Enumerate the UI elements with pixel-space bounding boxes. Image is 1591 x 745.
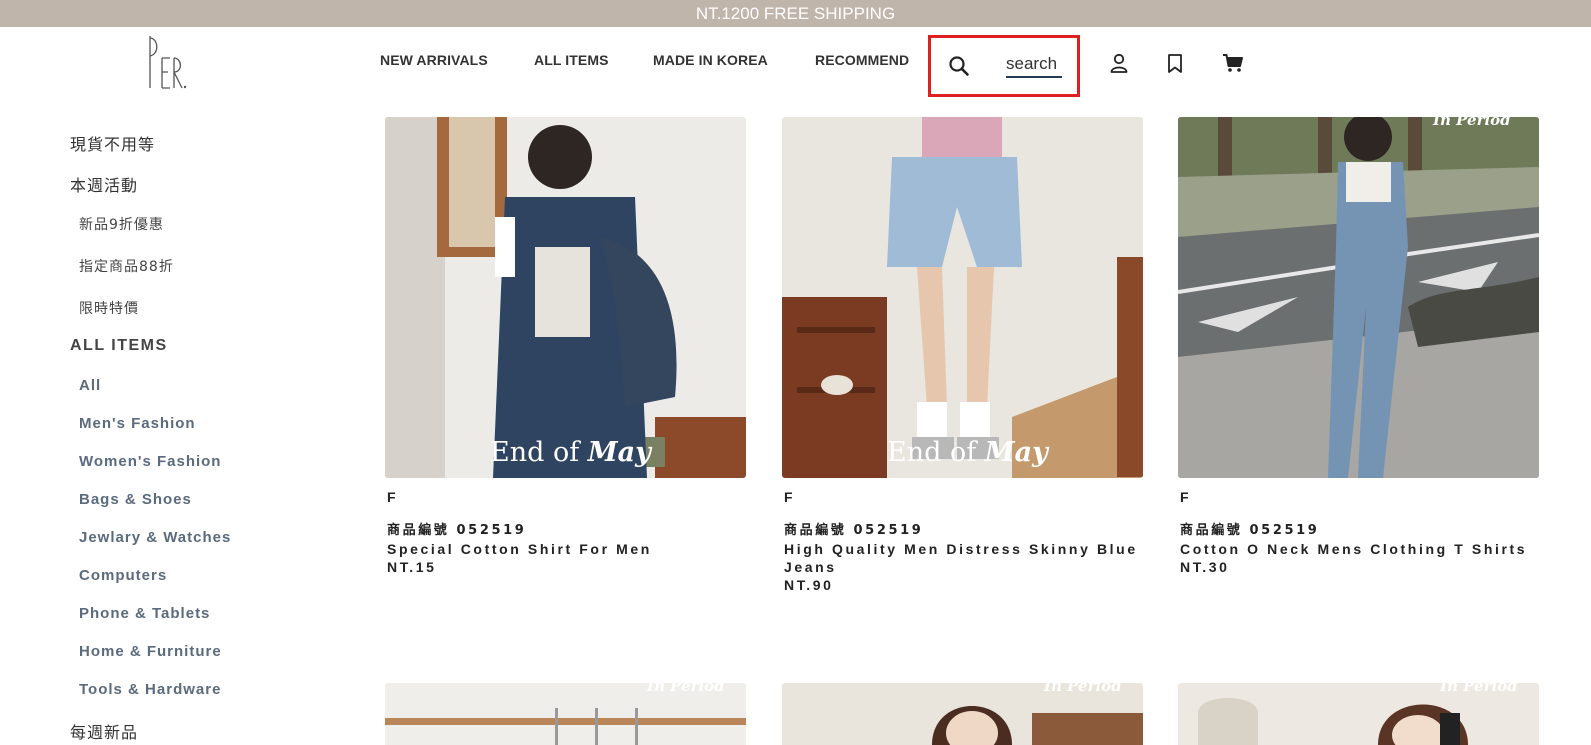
product-info: F 商品編號 052519 High Quality Men Distress … <box>784 488 1145 594</box>
sidebar-item-in-stock[interactable]: 現貨不用等 <box>70 131 155 155</box>
product-size: F <box>1180 489 1189 505</box>
sidebar-item-bags-shoes[interactable]: Bags & Shoes <box>79 491 192 508</box>
nav-new-arrivals[interactable]: NEW ARRIVALS <box>380 52 488 74</box>
product-image[interactable]: In Period <box>1178 683 1539 745</box>
sidebar-item-home-furniture[interactable]: Home & Furniture <box>79 643 222 660</box>
sidebar-item-tools-hardware[interactable]: Tools & Hardware <box>79 681 221 698</box>
product-image[interactable]: In Period <box>385 683 746 745</box>
search-icon[interactable] <box>948 55 970 77</box>
product-code: 商品編號 052519 <box>1180 523 1320 538</box>
product-name[interactable]: Cotton O Neck Mens Clothing T Shirts <box>1180 540 1541 558</box>
sidebar-item-womens-fashion[interactable]: Women's Fashion <box>79 453 221 470</box>
product-image[interactable]: In Period <box>1178 117 1539 478</box>
product-overlay-text: In Period <box>1043 683 1122 695</box>
product-code: 商品編號 052519 <box>387 523 527 538</box>
sidebar-item-computers[interactable]: Computers <box>79 567 167 584</box>
nav-all-items[interactable]: ALL ITEMS <box>534 52 609 74</box>
product-image[interactable]: End of May <box>385 117 746 478</box>
bookmark-icon[interactable] <box>1164 52 1186 74</box>
shipping-banner-text: NT.1200 FREE SHIPPING <box>695 4 896 23</box>
sidebar-item-weekly-events[interactable]: 本週活動 <box>70 172 138 196</box>
sidebar-item-jewelry-watches[interactable]: Jewlary & Watches <box>79 529 231 546</box>
sidebar-item-phone-tablets[interactable]: Phone & Tablets <box>79 605 210 622</box>
product-price: NT.30 <box>1180 559 1230 575</box>
search-input[interactable] <box>1006 52 1062 78</box>
sidebar-item-all-items[interactable]: ALL ITEMS <box>70 337 168 355</box>
cart-icon[interactable] <box>1222 52 1244 74</box>
sidebar-item-all[interactable]: All <box>79 377 101 394</box>
product-price: NT.90 <box>784 577 834 593</box>
product-overlay-text: End of May <box>490 437 653 468</box>
logo[interactable] <box>142 32 192 94</box>
product-overlay-text: End of May <box>887 437 1050 468</box>
product-name[interactable]: High Quality Men Distress Skinny Blue Je… <box>784 540 1145 576</box>
product-overlay-text: In Period <box>1432 117 1511 129</box>
product-overlay-text: In Period <box>646 683 725 695</box>
product-size: F <box>387 489 396 505</box>
user-icon[interactable] <box>1108 52 1130 74</box>
product-image[interactable]: In Period <box>782 683 1143 745</box>
product-price: NT.15 <box>387 559 437 575</box>
sidebar-item-selected-discount[interactable]: 指定商品88折 <box>79 256 174 276</box>
sidebar-item-new-discount[interactable]: 新品9折優惠 <box>79 214 164 234</box>
product-info: F 商品編號 052519 Cotton O Neck Mens Clothin… <box>1180 488 1541 576</box>
sidebar-item-mens-fashion[interactable]: Men's Fashion <box>79 415 196 432</box>
sidebar-item-limited-offer[interactable]: 限時特價 <box>79 298 139 318</box>
product-code: 商品編號 052519 <box>784 523 924 538</box>
product-info: F 商品編號 052519 Special Cotton Shirt For M… <box>387 488 748 576</box>
search-box <box>928 35 1080 97</box>
shipping-banner: NT.1200 FREE SHIPPING <box>0 0 1591 27</box>
product-overlay-text: In Period <box>1439 683 1518 695</box>
product-name[interactable]: Special Cotton Shirt For Men <box>387 540 748 558</box>
product-image[interactable]: End of May <box>782 117 1143 478</box>
nav-recommend[interactable]: RECOMMEND <box>815 52 909 74</box>
product-size: F <box>784 489 793 505</box>
nav-made-in-korea[interactable]: MADE IN KOREA <box>653 52 768 74</box>
sidebar-item-weekly-new[interactable]: 每週新品 <box>70 719 138 743</box>
